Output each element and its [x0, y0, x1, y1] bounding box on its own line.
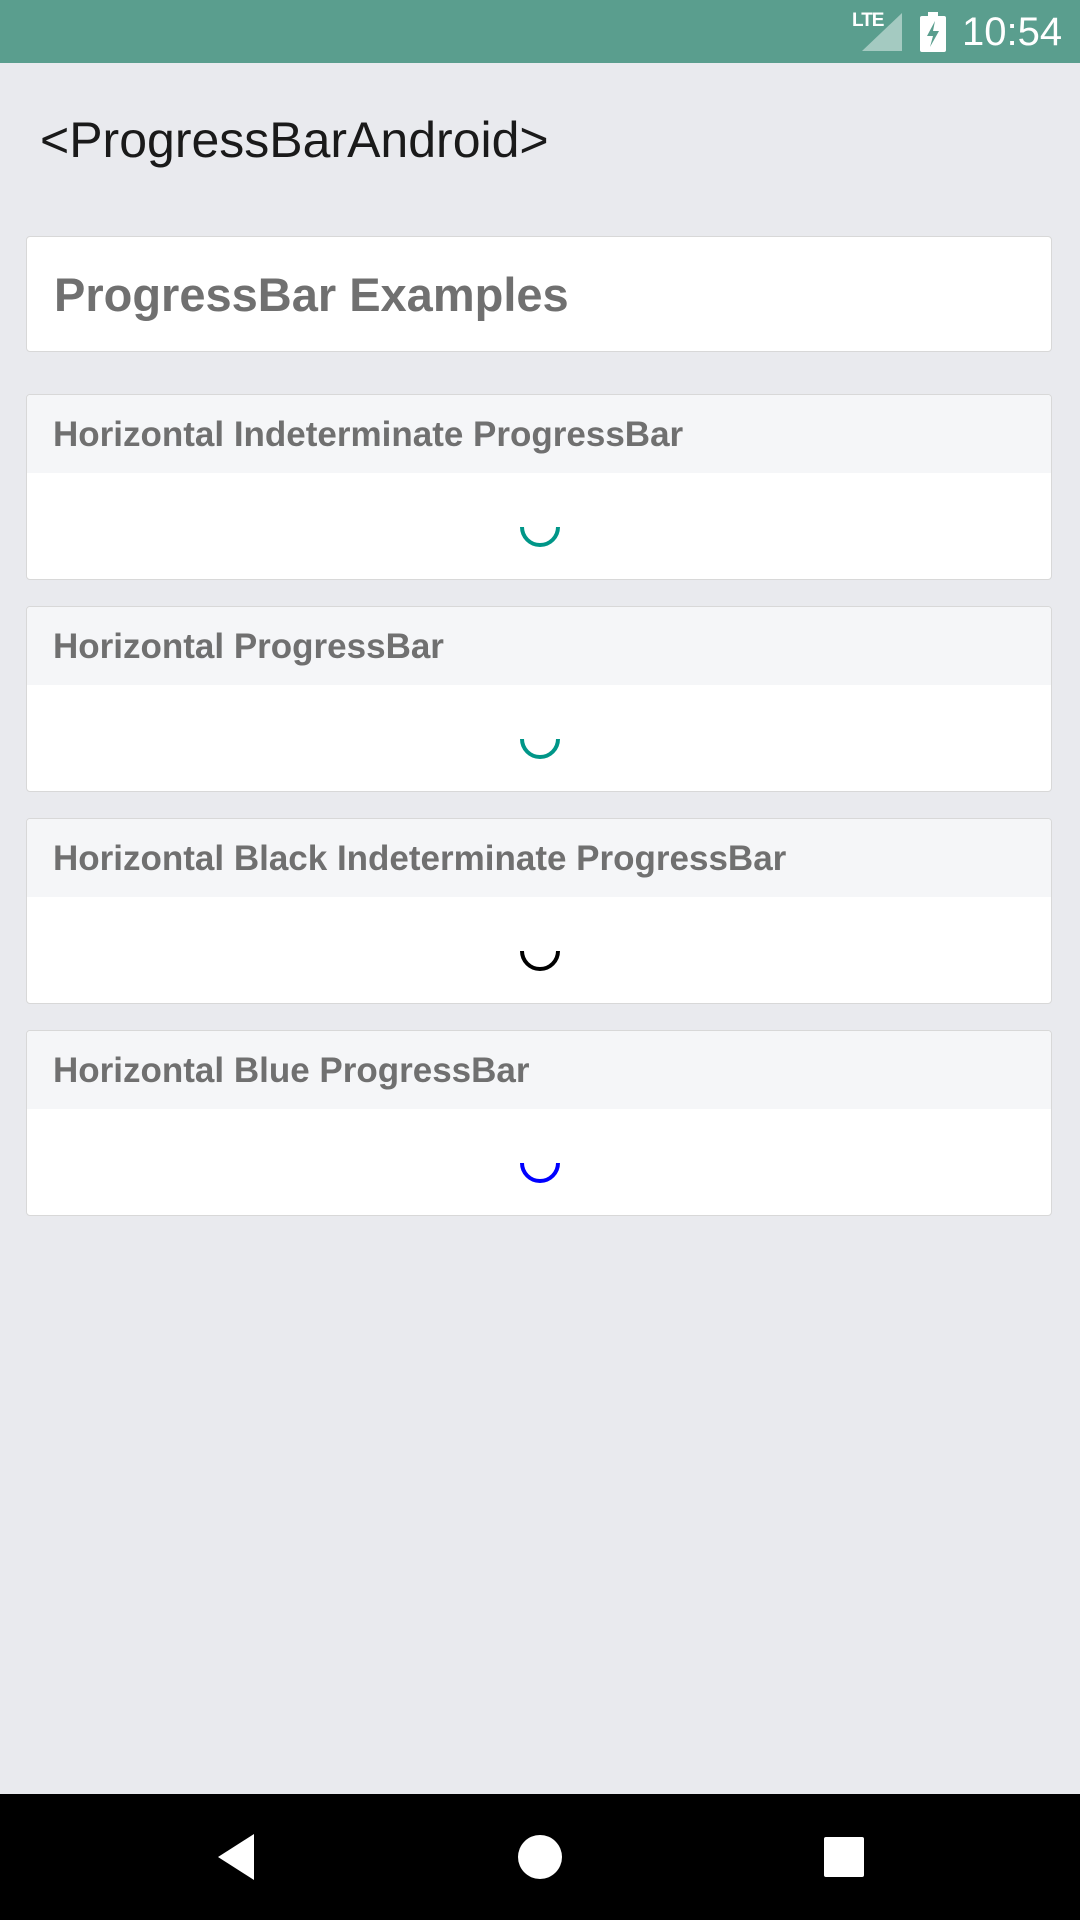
example-title: Horizontal Indeterminate ProgressBar — [53, 415, 684, 454]
example-card-body — [27, 685, 1051, 791]
progress-spinner-icon — [520, 738, 560, 759]
example-card-horizontal-indeterminate: Horizontal Indeterminate ProgressBar — [26, 394, 1052, 580]
header-card-title: ProgressBar Examples — [54, 268, 569, 321]
example-card-header: Horizontal Blue ProgressBar — [27, 1031, 1051, 1109]
example-card-header: Horizontal Indeterminate ProgressBar — [27, 395, 1051, 473]
example-card-body — [27, 1109, 1051, 1215]
page-title: <ProgressBarAndroid> — [40, 112, 549, 168]
example-card-body — [27, 897, 1051, 1003]
header-card: ProgressBar Examples — [26, 236, 1052, 352]
example-card-body — [27, 473, 1051, 579]
example-card-horizontal: Horizontal ProgressBar — [26, 606, 1052, 792]
status-bar: LTE 10:54 — [0, 0, 1080, 63]
back-icon[interactable] — [204, 1824, 270, 1890]
progress-spinner-icon — [520, 950, 560, 971]
recents-icon[interactable] — [811, 1824, 877, 1890]
example-card-horizontal-black-indeterminate: Horizontal Black Indeterminate ProgressB… — [26, 818, 1052, 1004]
cell-signal-icon — [862, 13, 902, 51]
example-title: Horizontal Blue ProgressBar — [53, 1051, 530, 1090]
example-card-header: Horizontal ProgressBar — [27, 607, 1051, 685]
example-title: Horizontal ProgressBar — [53, 627, 444, 666]
example-card-horizontal-blue: Horizontal Blue ProgressBar — [26, 1030, 1052, 1216]
home-icon[interactable] — [507, 1824, 573, 1890]
battery-charging-icon — [920, 12, 946, 52]
progress-spinner-icon — [520, 526, 560, 547]
navigation-bar — [0, 1794, 1080, 1920]
clock: 10:54 — [962, 10, 1063, 54]
example-title: Horizontal Black Indeterminate ProgressB… — [53, 839, 787, 878]
example-card-header: Horizontal Black Indeterminate ProgressB… — [27, 819, 1051, 897]
progress-spinner-icon — [520, 1162, 560, 1183]
